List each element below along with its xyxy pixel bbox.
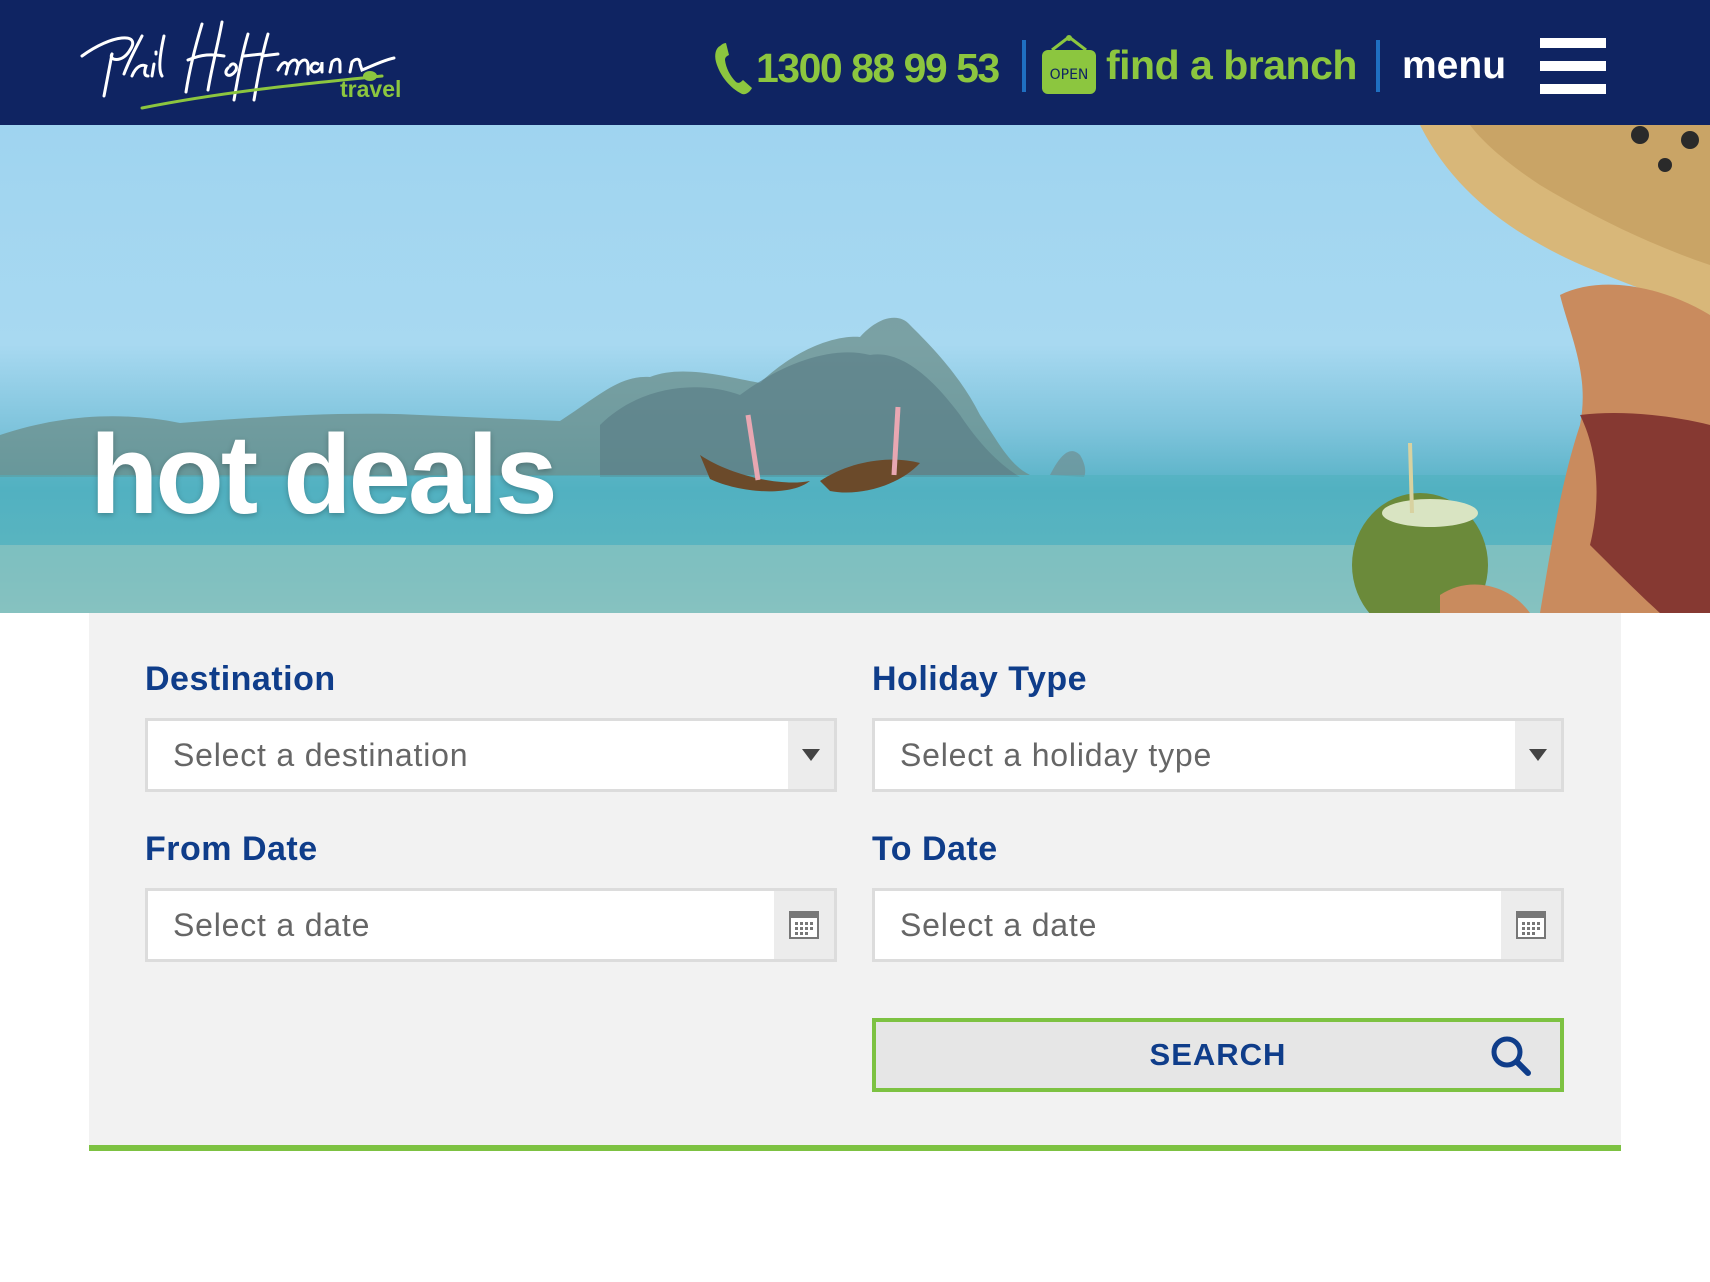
to-date-input[interactable]: Select a date: [872, 888, 1564, 962]
logo-travel-text: travel: [340, 76, 402, 102]
hero-beach-image: [0, 125, 1710, 613]
holiday-type-select[interactable]: Select a holiday type: [872, 718, 1564, 792]
search-icon: [1491, 1036, 1531, 1076]
calendar-icon: [789, 911, 819, 939]
menu-label[interactable]: menu: [1402, 44, 1506, 88]
hero-banner: hot deals: [0, 125, 1710, 613]
open-sign-text: OPEN: [1050, 67, 1089, 83]
header-divider: [1376, 40, 1380, 92]
to-date-placeholder: Select a date: [900, 907, 1098, 943]
destination-placeholder: Select a destination: [173, 737, 469, 773]
destination-dropdown-button[interactable]: [788, 721, 834, 789]
hamburger-icon[interactable]: [1540, 38, 1607, 94]
phone-link[interactable]: 1300 88 99 53: [712, 38, 1000, 98]
search-button[interactable]: SEARCH: [872, 1018, 1564, 1092]
destination-select[interactable]: Select a destination: [145, 718, 837, 792]
site-header: travel 1300 88 99 53 OPEN find a branch …: [0, 0, 1710, 125]
find-a-branch-label[interactable]: find a branch: [1106, 42, 1357, 89]
open-sign-icon: OPEN: [1042, 35, 1096, 94]
from-date-label: From Date: [145, 830, 318, 868]
header-divider: [1022, 40, 1026, 92]
search-button-label: SEARCH: [1149, 1037, 1287, 1072]
to-date-label: To Date: [872, 830, 998, 868]
from-date-placeholder: Select a date: [173, 907, 371, 943]
from-date-input[interactable]: Select a date: [145, 888, 837, 962]
phone-icon: [715, 43, 752, 95]
holiday-type-dropdown-button[interactable]: [1515, 721, 1561, 789]
to-date-calendar-button[interactable]: [1501, 891, 1561, 959]
menu-button[interactable]: menu: [1402, 36, 1607, 96]
chevron-down-icon: [802, 749, 820, 761]
chevron-down-icon: [1529, 749, 1547, 761]
calendar-icon: [1516, 911, 1546, 939]
hero-title: hot deals: [90, 412, 558, 537]
from-date-calendar-button[interactable]: [774, 891, 834, 959]
holiday-type-placeholder: Select a holiday type: [900, 737, 1213, 773]
phil-hoffmann-logo[interactable]: travel: [72, 14, 412, 114]
phone-number[interactable]: 1300 88 99 53: [756, 45, 1000, 92]
destination-label: Destination: [145, 660, 336, 698]
holiday-type-label: Holiday Type: [872, 660, 1088, 698]
find-a-branch-link[interactable]: OPEN find a branch: [1040, 30, 1357, 100]
